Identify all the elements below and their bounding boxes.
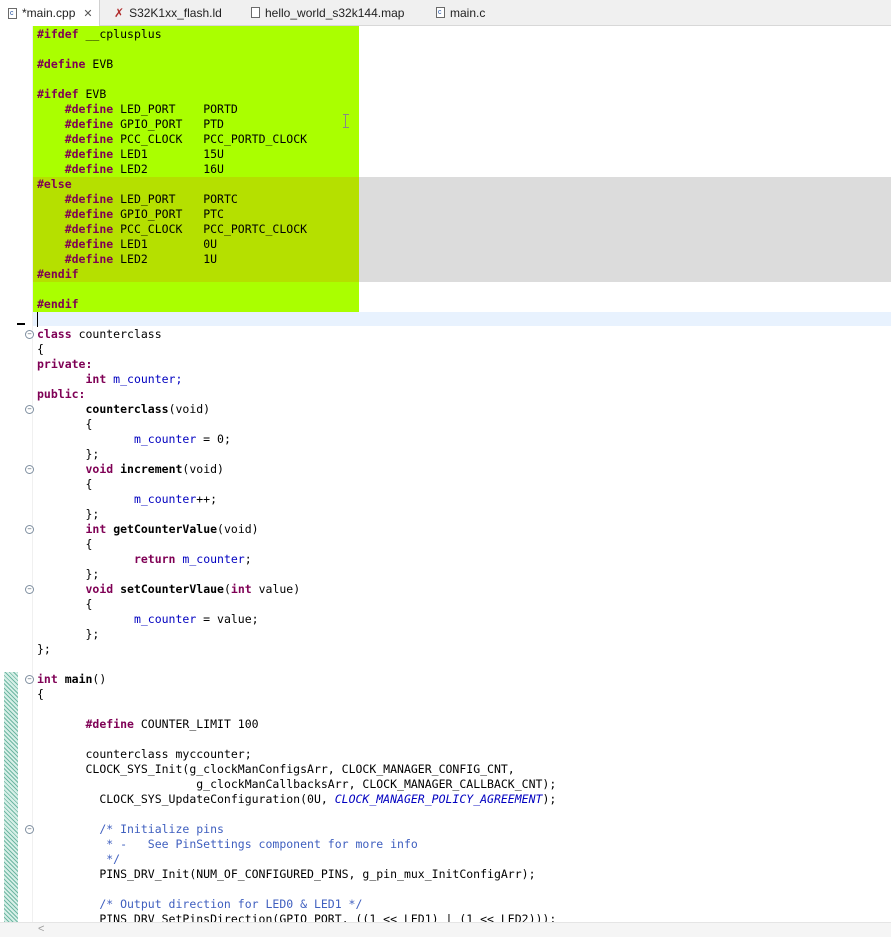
code-line: #define LED_PORT PORTD (64, 102, 238, 116)
editor-tab-bar: c *main.cpp ✕ ✗ S32K1xx_flash.ld hello_w… (0, 0, 891, 26)
code-line: class counterclass (37, 327, 162, 341)
c-file-icon: c (436, 7, 445, 18)
text-file-icon (251, 7, 260, 18)
code-line: }; (85, 507, 100, 521)
code-line: g_clockManCallbacksArr, CLOCK_MANAGER_CA… (196, 777, 557, 791)
change-indicator-bar (4, 672, 18, 922)
tab-label: main.c (450, 5, 486, 20)
code-line: #define LED1 15U (64, 147, 224, 161)
code-line: }; (85, 447, 100, 461)
code-line: #define PCC_CLOCK PCC_PORTC_CLOCK (64, 222, 308, 236)
close-icon[interactable]: ✕ (83, 7, 92, 20)
code-line: #define GPIO_PORT PTC (64, 207, 224, 221)
code-line: * - See PinSettings component for more i… (99, 837, 418, 851)
code-line: #define LED1 0U (64, 237, 218, 251)
tab-label: *main.cpp (22, 6, 76, 20)
code-line: }; (85, 567, 100, 581)
code-line: counterclass myccounter; (85, 747, 252, 761)
code-editor[interactable]: − − − − − − − #ifdef __cplusplus #define… (0, 26, 891, 922)
code-line: /* Initialize pins (99, 822, 224, 836)
code-line: #endif (37, 267, 79, 281)
c-file-icon: c (8, 7, 17, 19)
linker-file-icon: ✗ (114, 5, 125, 20)
code-line: #ifdef EVB (37, 87, 107, 101)
code-line: #define EVB (37, 57, 114, 71)
code-line: counterclass(void) (85, 402, 211, 416)
code-line: #define COUNTER_LIMIT 100 (85, 717, 259, 731)
code-line: private: (37, 357, 93, 371)
code-line: /* Output direction for LED0 & LED1 */ (99, 897, 363, 911)
code-line: #define LED2 16U (64, 162, 224, 176)
code-line: m_counter++; (133, 492, 218, 506)
code-line: */ (99, 852, 121, 866)
code-line: #ifdef __cplusplus (37, 27, 162, 41)
tab-label: hello_world_s32k144.map (265, 5, 405, 20)
code-line: #else (37, 177, 72, 191)
ibeam-cursor-icon (343, 114, 349, 128)
fold-toggle-icon[interactable]: − (25, 465, 34, 474)
code-line: CLOCK_SYS_UpdateConfiguration(0U, CLOCK_… (99, 792, 557, 806)
code-line: #define PCC_CLOCK PCC_PORTD_CLOCK (64, 132, 308, 146)
current-line-marker (17, 323, 25, 325)
code-line: CLOCK_SYS_Init(g_clockManConfigsArr, CLO… (85, 762, 515, 776)
fold-toggle-icon[interactable]: − (25, 825, 34, 834)
code-line: int m_counter; (85, 372, 183, 386)
horizontal-scrollbar[interactable]: < (0, 922, 891, 937)
code-line: { (85, 417, 93, 431)
tab-main-cpp[interactable]: c *main.cpp ✕ (0, 0, 100, 26)
code-line: PINS_DRV_Init(NUM_OF_CONFIGURED_PINS, g_… (99, 867, 536, 881)
code-line: return m_counter; (133, 552, 252, 566)
code-line: { (85, 477, 93, 491)
fold-toggle-icon[interactable]: − (25, 405, 34, 414)
code-line: m_counter = 0; (133, 432, 231, 446)
fold-toggle-icon[interactable]: − (25, 585, 34, 594)
code-line: { (85, 597, 93, 611)
code-line: { (85, 537, 93, 551)
tab-hello-world-map[interactable]: hello_world_s32k144.map (251, 0, 404, 25)
code-line: { (37, 342, 44, 356)
code-line: #define LED2 1U (64, 252, 218, 266)
tab-s32k1xx-flash-ld[interactable]: ✗ S32K1xx_flash.ld (114, 0, 222, 25)
code-line: #endif (37, 297, 79, 311)
code-line: }; (85, 627, 100, 641)
code-line: int getCounterValue(void) (85, 522, 259, 536)
editor-gutter: − − − − − − − (0, 26, 34, 922)
scroll-left-icon[interactable]: < (38, 923, 44, 936)
current-line-highlight (33, 312, 891, 326)
code-line: void increment(void) (85, 462, 224, 476)
code-line: }; (37, 642, 51, 656)
fold-toggle-icon[interactable]: − (25, 330, 34, 339)
code-line: int main() (37, 672, 107, 686)
code-line: m_counter = value; (133, 612, 259, 626)
code-line: PINS_DRV_SetPinsDirection(GPIO_PORT, ((1… (99, 912, 557, 922)
fold-toggle-icon[interactable]: − (25, 675, 34, 684)
code-line: #define LED_PORT PORTC (64, 192, 238, 206)
code-line: { (37, 687, 44, 701)
tab-label: S32K1xx_flash.ld (129, 5, 222, 20)
code-line: public: (37, 387, 86, 401)
code-line: #define GPIO_PORT PTD (64, 117, 224, 131)
fold-toggle-icon[interactable]: − (25, 525, 34, 534)
text-caret (37, 312, 38, 327)
tab-main-c[interactable]: c main.c (436, 0, 485, 25)
code-line: void setCounterVlaue(int value) (85, 582, 301, 596)
